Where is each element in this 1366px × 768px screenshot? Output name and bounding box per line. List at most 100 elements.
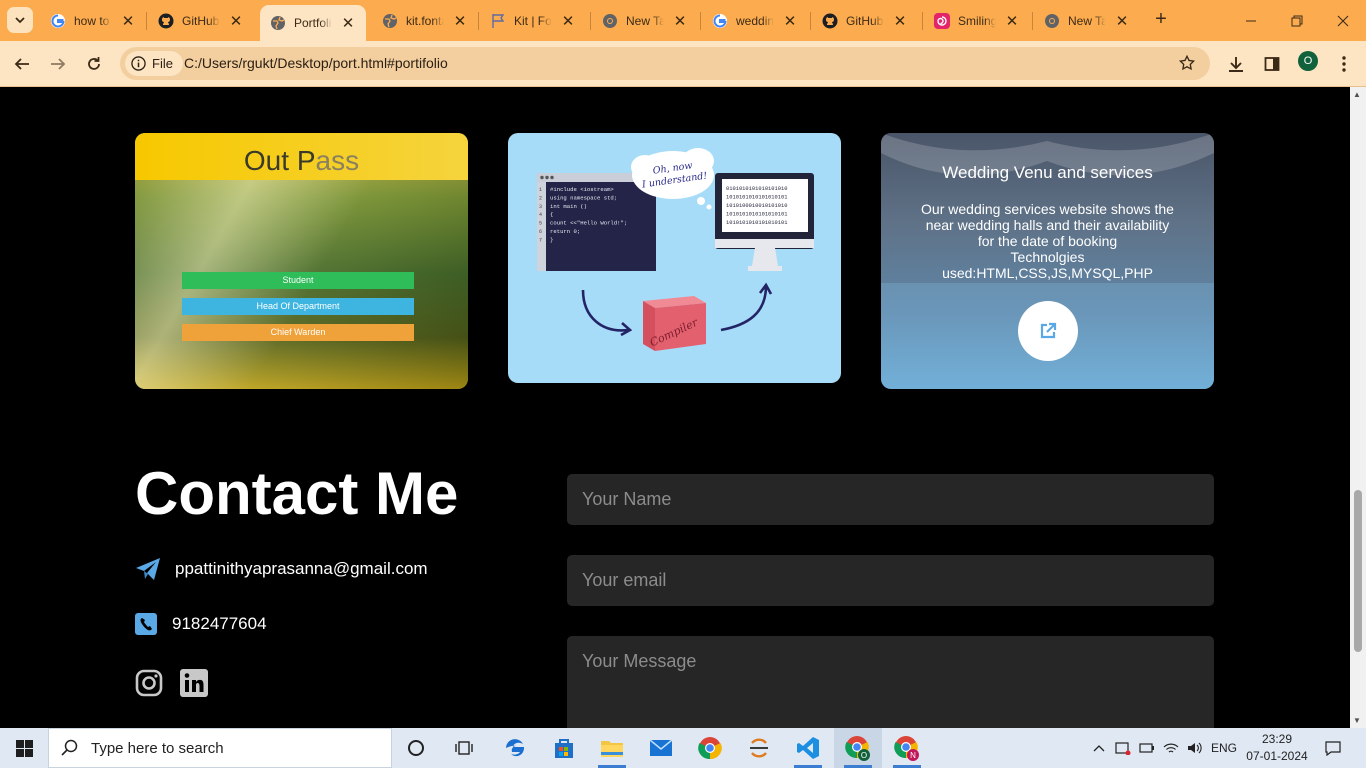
- outpass-student-button[interactable]: Student: [182, 272, 414, 289]
- browser-tab[interactable]: Smiling ✕: [924, 5, 1030, 36]
- notification-center-button[interactable]: [1318, 728, 1348, 768]
- tab-close-icon[interactable]: ✕: [120, 12, 136, 30]
- clock-date: 07-01-2024: [1246, 749, 1308, 763]
- downloads-button[interactable]: [1222, 50, 1250, 78]
- new-tab-button[interactable]: +: [1150, 8, 1172, 30]
- contact-email-text[interactable]: ppattinithyaprasanna@gmail.com: [175, 559, 428, 579]
- scroll-down-arrow-icon[interactable]: ▼: [1353, 716, 1361, 725]
- arrow-left-icon: [14, 58, 29, 70]
- project-card-compiler[interactable]: 1 #include <iostream> 2 using namespace std…: [508, 133, 841, 383]
- name-input[interactable]: [567, 474, 1214, 525]
- wedding-open-link-button[interactable]: [1018, 301, 1078, 361]
- browser-tab[interactable]: how to ✕: [40, 5, 146, 36]
- chrome-icon: [698, 737, 722, 760]
- site-info-chip[interactable]: File: [125, 51, 183, 76]
- tab-close-icon[interactable]: ✕: [452, 12, 468, 30]
- swirl-icon: [934, 12, 950, 29]
- start-button[interactable]: [0, 728, 48, 768]
- cortana-button[interactable]: [392, 728, 440, 768]
- mail-icon: [649, 739, 673, 756]
- minimize-button[interactable]: [1228, 0, 1274, 41]
- restore-button[interactable]: [1274, 0, 1320, 41]
- tab-title: Smiling: [958, 13, 996, 28]
- wifi-indicator[interactable]: [1160, 728, 1182, 768]
- code-line-number: 1: [539, 187, 542, 193]
- tray-meet-button[interactable]: [1112, 728, 1134, 768]
- code-line: #include <iostream>: [550, 186, 614, 193]
- forward-button[interactable]: [44, 50, 72, 78]
- scroll-up-arrow-icon[interactable]: ▲: [1353, 90, 1361, 99]
- tab-close-icon[interactable]: ✕: [892, 12, 908, 30]
- tab-title: Kit | Font: [514, 13, 552, 28]
- address-bar[interactable]: File C:/Users/rgukt/Desktop/port.html#po…: [120, 47, 1210, 80]
- tab-close-icon[interactable]: ✕: [228, 12, 244, 30]
- project-card-outpass[interactable]: Out Pass Student Head Of Department Chie…: [135, 133, 468, 389]
- tab-close-icon[interactable]: ✕: [782, 12, 798, 30]
- tray-overflow-button[interactable]: [1088, 728, 1110, 768]
- email-input[interactable]: [567, 555, 1214, 606]
- tab-close-icon[interactable]: ✕: [340, 14, 356, 32]
- page-scrollbar[interactable]: ▲ ▼: [1350, 87, 1366, 728]
- download-icon: [1229, 57, 1243, 72]
- chrome-profile-icon: O: [845, 736, 870, 761]
- battery-indicator[interactable]: [1136, 728, 1158, 768]
- arrow-right-icon: [51, 58, 66, 70]
- wedding-title: Wedding Venu and services: [942, 163, 1153, 182]
- bookmark-star-icon[interactable]: [1178, 54, 1196, 72]
- taskbar-search-box[interactable]: Type here to search: [48, 728, 392, 768]
- taskbar-clock[interactable]: 23:29 07-01-2024: [1246, 731, 1308, 765]
- chrome-taskbar-icon[interactable]: [686, 728, 734, 768]
- store-taskbar-icon[interactable]: [540, 728, 588, 768]
- volume-indicator[interactable]: [1184, 728, 1206, 768]
- tab-separator: [590, 12, 591, 30]
- scrollbar-thumb[interactable]: [1354, 490, 1362, 652]
- chrome-icon: [602, 13, 618, 29]
- outpass-warden-button[interactable]: Chief Warden: [182, 324, 414, 341]
- browser-tab[interactable]: GitHub ✕: [812, 5, 918, 36]
- browser-tab[interactable]: New Tab ✕: [592, 5, 698, 36]
- binary-line: 1010101010101010101: [726, 212, 787, 218]
- tab-separator: [146, 12, 147, 30]
- file-explorer-taskbar-icon[interactable]: [588, 728, 636, 768]
- eclipse-taskbar-icon[interactable]: [735, 728, 783, 768]
- task-view-button[interactable]: [440, 728, 488, 768]
- language-indicator[interactable]: ENG: [1208, 728, 1240, 768]
- code-line: }: [550, 236, 553, 243]
- chrome-profile-n-taskbar-icon[interactable]: N: [883, 728, 931, 768]
- wedding-description: Our wedding services website shows the n…: [921, 201, 1174, 281]
- side-panel-button[interactable]: [1258, 50, 1286, 78]
- phone-square-icon: [135, 613, 157, 635]
- linkedin-icon[interactable]: [180, 669, 208, 697]
- tab-close-icon[interactable]: ✕: [560, 12, 576, 30]
- tab-close-icon[interactable]: ✕: [1004, 12, 1020, 30]
- browser-tab[interactable]: Portfolio ✕: [260, 5, 366, 41]
- browser-tab[interactable]: New Tab ✕: [1034, 5, 1140, 36]
- contact-phone-text[interactable]: 9182477604: [172, 614, 267, 634]
- globe-icon: [382, 13, 398, 29]
- menu-button[interactable]: [1330, 50, 1358, 78]
- back-button[interactable]: [8, 50, 36, 78]
- browser-tab[interactable]: wedding ✕: [702, 5, 808, 36]
- tab-close-icon[interactable]: ✕: [672, 12, 688, 30]
- contact-phone-row: 9182477604: [135, 613, 267, 635]
- instagram-icon[interactable]: [135, 669, 163, 697]
- chrome-profile-o-taskbar-icon[interactable]: O: [834, 728, 882, 768]
- edge-taskbar-icon[interactable]: [491, 728, 539, 768]
- outpass-hod-button[interactable]: Head Of Department: [182, 298, 414, 315]
- code-line: return 0;: [550, 228, 580, 235]
- project-card-wedding[interactable]: Wedding Venu and services Our wedding se…: [881, 133, 1214, 389]
- profile-avatar[interactable]: O: [1298, 51, 1318, 71]
- reload-button[interactable]: [80, 50, 108, 78]
- restore-icon: [1291, 15, 1303, 26]
- tab-close-icon[interactable]: ✕: [1114, 12, 1130, 30]
- browser-tab[interactable]: GitHub ✕: [148, 5, 254, 36]
- binary-line: 1010100010010101010: [726, 203, 787, 209]
- close-window-button[interactable]: [1320, 0, 1366, 41]
- browser-tab[interactable]: Kit | Font ✕: [480, 5, 586, 36]
- message-textarea[interactable]: [567, 636, 1214, 728]
- browser-tab[interactable]: kit.fonta ✕: [372, 5, 478, 36]
- vscode-taskbar-icon[interactable]: [784, 728, 832, 768]
- mail-taskbar-icon[interactable]: [637, 728, 685, 768]
- chrome-icon: [1044, 13, 1060, 29]
- tab-search-button[interactable]: [7, 7, 33, 33]
